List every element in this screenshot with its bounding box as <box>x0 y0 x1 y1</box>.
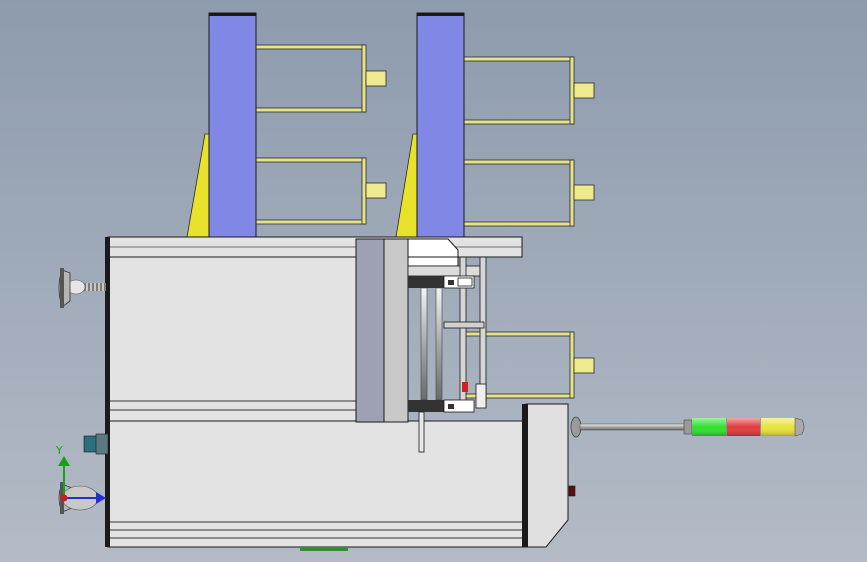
tray-tab <box>573 357 595 374</box>
left-vertical-post <box>208 12 257 239</box>
mount-plate <box>355 238 385 423</box>
tray-tab <box>573 184 595 201</box>
tray-tab <box>573 82 595 99</box>
cad-drawing: Y <box>0 0 867 562</box>
tray-tab <box>365 70 387 87</box>
cad-viewport[interactable]: Y <box>0 0 867 562</box>
guide-rod <box>420 287 428 401</box>
plunger <box>418 411 425 453</box>
axis-z-dot <box>60 494 68 502</box>
tray-tab <box>365 182 387 199</box>
indicator-led <box>568 485 576 497</box>
axis-y-label: Y <box>55 444 63 457</box>
guide-rod <box>435 287 443 401</box>
right-vertical-post <box>416 12 465 239</box>
